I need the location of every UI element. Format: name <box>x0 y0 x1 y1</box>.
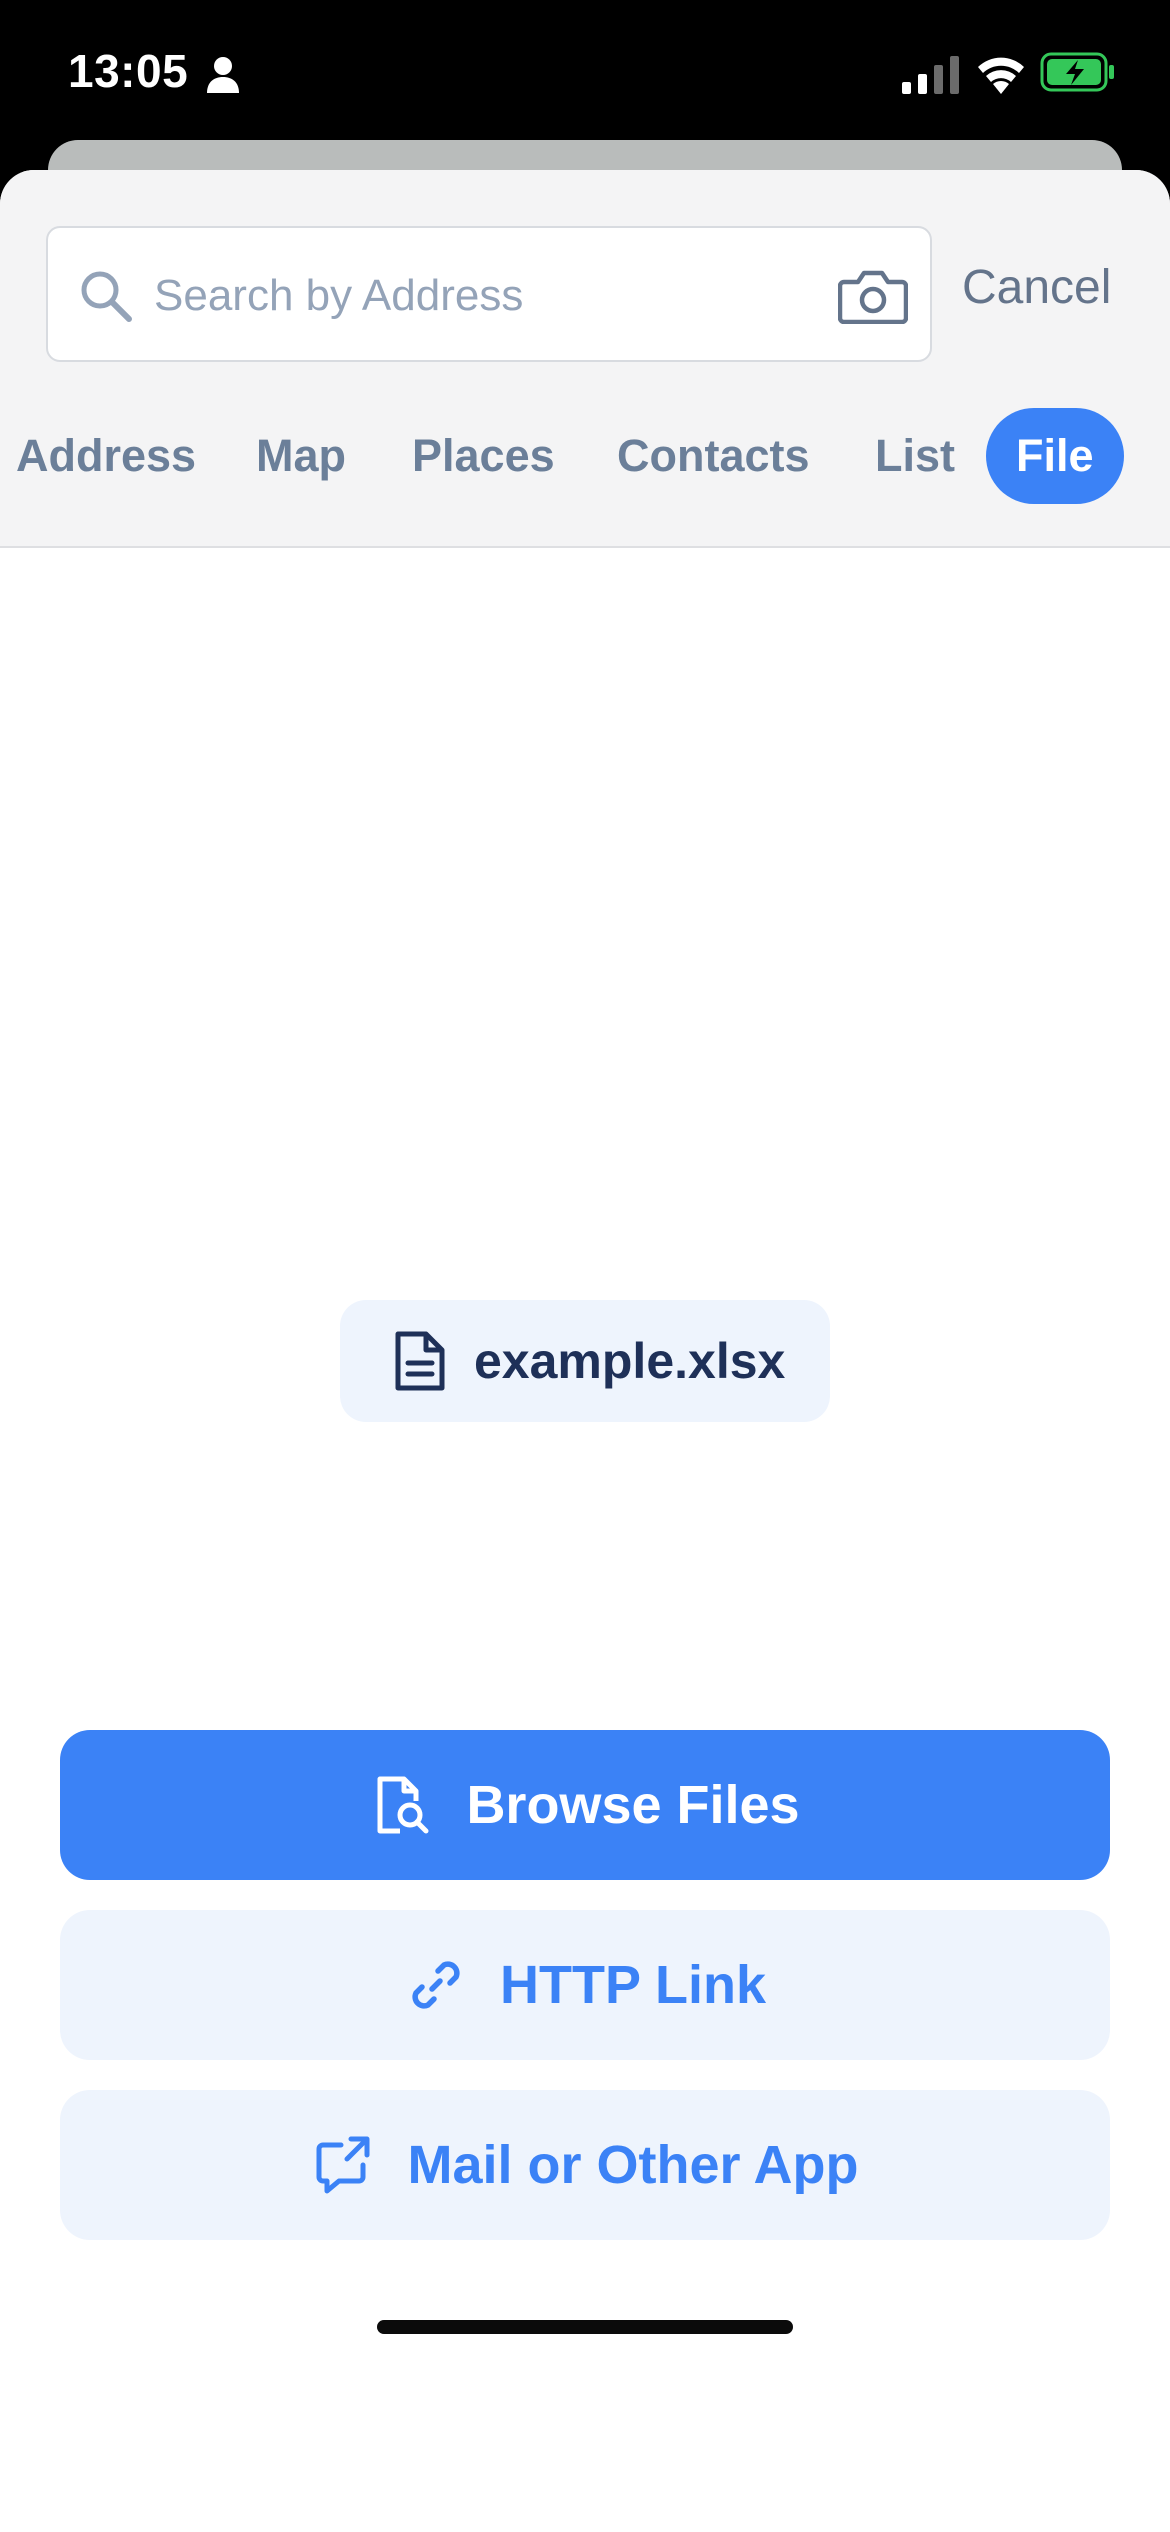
tab-map[interactable]: Map <box>256 408 346 504</box>
tab-address[interactable]: Address <box>16 408 196 504</box>
cancel-button[interactable]: Cancel <box>962 260 1111 315</box>
link-icon <box>412 1961 460 2009</box>
battery-charging-icon <box>1040 52 1114 92</box>
tab-list[interactable]: List <box>875 408 955 504</box>
wifi-icon <box>978 57 1024 94</box>
person-icon <box>207 57 239 93</box>
http-link-button[interactable]: HTTP Link <box>60 1910 1110 2060</box>
search-icon <box>81 271 132 322</box>
search-input[interactable] <box>154 258 844 334</box>
http-link-label: HTTP Link <box>499 1955 767 2015</box>
browse-files-button[interactable]: Browse Files <box>60 1730 1110 1880</box>
browse-files-label: Browse Files <box>466 1775 800 1835</box>
address-input-sheet: Cancel Address Map Places Contacts List … <box>0 170 1170 2532</box>
selected-file-chip[interactable]: example.xlsx <box>340 1300 830 1422</box>
status-bar: 13:05 <box>0 0 1170 140</box>
file-name: example.xlsx <box>474 1333 786 1389</box>
input-method-tabs: Address Map Places Contacts List File <box>0 408 1170 504</box>
tab-file[interactable]: File <box>986 408 1124 504</box>
camera-icon[interactable] <box>838 268 908 324</box>
share-message-icon <box>316 2136 370 2194</box>
cellular-signal-icon <box>902 56 959 94</box>
document-icon <box>395 1331 445 1391</box>
sheet-header: Cancel Address Map Places Contacts List … <box>0 170 1170 548</box>
mail-or-other-app-button[interactable]: Mail or Other App <box>60 2090 1110 2240</box>
home-indicator <box>377 2320 793 2334</box>
file-search-icon <box>377 1776 429 1834</box>
status-time: 13:05 <box>68 45 189 97</box>
search-bar[interactable] <box>46 226 932 362</box>
tab-contacts[interactable]: Contacts <box>617 408 810 504</box>
tab-places[interactable]: Places <box>412 408 555 504</box>
mail-or-other-app-label: Mail or Other App <box>407 2135 859 2195</box>
